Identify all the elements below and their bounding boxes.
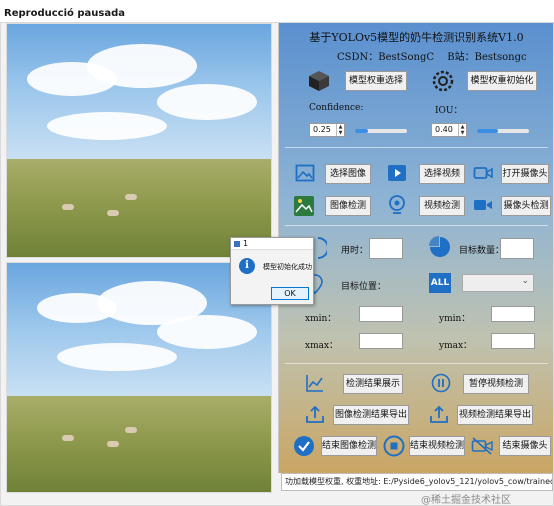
confidence-value: 0.25: [313, 125, 331, 134]
video-detect-button[interactable]: 视频检测: [419, 196, 465, 216]
pause-icon: [431, 373, 451, 393]
status-bar: 功加载模型权重, 权重地址: E:/Pyside6_yolov5_121/yol…: [281, 473, 553, 491]
ymin-label: ymin：: [439, 314, 471, 324]
camera-icon: [473, 167, 493, 179]
end-camera-button[interactable]: 结束摄像头: [499, 436, 551, 456]
upload-icon: [430, 405, 448, 423]
model-init-button[interactable]: 模型权重初始化: [467, 71, 537, 91]
control-panel: 基于YOLOv5模型的奶牛检测识别系统V1.0 CSDN：BestSongC B…: [278, 23, 553, 473]
app-icon: [234, 241, 240, 247]
confidence-spinbox[interactable]: 0.25 ▲ ▼: [309, 123, 345, 137]
iou-label: IOU：: [435, 106, 463, 116]
target-position-label: 目标位置：: [341, 282, 387, 292]
show-results-button[interactable]: 检测结果展示: [343, 374, 403, 394]
app-title: 基于YOLOv5模型的奶牛检测识别系统V1.0: [309, 31, 524, 44]
ymin-box: [491, 306, 535, 322]
model-select-button[interactable]: 模型权重选择: [345, 71, 407, 91]
author-info: CSDN：BestSongC B站：Bestsongc: [337, 48, 537, 63]
image-icon: [295, 164, 315, 182]
chevron-down-icon[interactable]: ⌄: [521, 276, 529, 286]
confidence-slider-fill: [355, 129, 368, 133]
spin-arrows-icon[interactable]: ▲ ▼: [336, 124, 344, 136]
dialog-message: 模型初始化成功: [263, 263, 312, 271]
dialog-title: 1: [243, 239, 249, 248]
xmax-label: xmax：: [305, 341, 339, 351]
time-label: 用时：: [341, 246, 369, 256]
open-camera-button[interactable]: 打开摄像头: [501, 164, 549, 184]
pause-video-button[interactable]: 暂停视频检测: [463, 374, 529, 394]
end-image-button[interactable]: 结束图像检测: [321, 436, 377, 456]
xmin-box: [359, 306, 403, 322]
confidence-label: Confidence:: [309, 103, 364, 113]
select-video-button[interactable]: 选择视频: [419, 164, 465, 184]
stop-circle-icon: [383, 435, 405, 457]
camera-off-icon: [471, 437, 493, 455]
cube-icon: [309, 71, 329, 91]
csdn-label: CSDN：BestSongC: [337, 52, 435, 63]
select-image-button[interactable]: 选择图像: [325, 164, 371, 184]
xmax-box: [359, 333, 403, 349]
camera-detect-button[interactable]: 摄像头检测: [501, 196, 551, 216]
divider: [285, 225, 548, 226]
bilibili-label: B站：Bestsongc: [447, 52, 527, 63]
iou-slider[interactable]: [477, 129, 529, 133]
export-video-button[interactable]: 视频检测结果导出: [457, 405, 533, 425]
check-circle-icon: [294, 436, 314, 456]
target-count-label: 目标数量：: [459, 246, 505, 256]
init-success-dialog: 1 i 模型初始化成功 OK: [230, 237, 314, 305]
ok-button[interactable]: OK: [271, 287, 309, 300]
main-window: 基于YOLOv5模型的奶牛检测识别系统V1.0 CSDN：BestSongC B…: [0, 22, 554, 506]
image-detect-icon: [294, 196, 314, 216]
dialog-titlebar[interactable]: 1: [231, 238, 313, 250]
image-detect-button[interactable]: 图像检测: [325, 196, 371, 216]
video-camera-icon: [474, 200, 492, 210]
original-image-panel: [6, 23, 272, 258]
gear-icon: [432, 70, 454, 92]
info-icon: i: [239, 258, 255, 274]
export-image-button[interactable]: 图像检测结果导出: [333, 405, 409, 425]
spin-arrows-icon[interactable]: ▲ ▼: [458, 124, 466, 136]
time-value-box: [369, 238, 403, 259]
iou-spinbox[interactable]: 0.40 ▲ ▼: [431, 123, 467, 137]
video-file-icon: [388, 165, 406, 181]
iou-slider-fill: [477, 129, 498, 133]
pie-chart-icon: [429, 236, 450, 257]
pasture-image: [7, 24, 271, 257]
xmin-label: xmin：: [305, 314, 337, 324]
target-select-combobox[interactable]: ⌄: [462, 274, 534, 292]
divider: [285, 363, 548, 364]
iou-value: 0.40: [435, 125, 453, 134]
ymax-box: [491, 333, 535, 349]
ymax-label: ymax：: [439, 341, 473, 351]
line-chart-icon: [306, 375, 323, 392]
divider: [285, 147, 548, 148]
upload-icon: [306, 405, 324, 423]
target-count-box: [500, 238, 534, 259]
window-title: Reproducció pausada: [4, 8, 125, 19]
all-icon: ALL: [429, 273, 451, 293]
watermark: @稀土掘金技术社区: [421, 495, 511, 506]
webcam-icon: [389, 195, 405, 214]
end-video-button[interactable]: 结束视频检测: [409, 436, 465, 456]
confidence-slider[interactable]: [355, 129, 407, 133]
